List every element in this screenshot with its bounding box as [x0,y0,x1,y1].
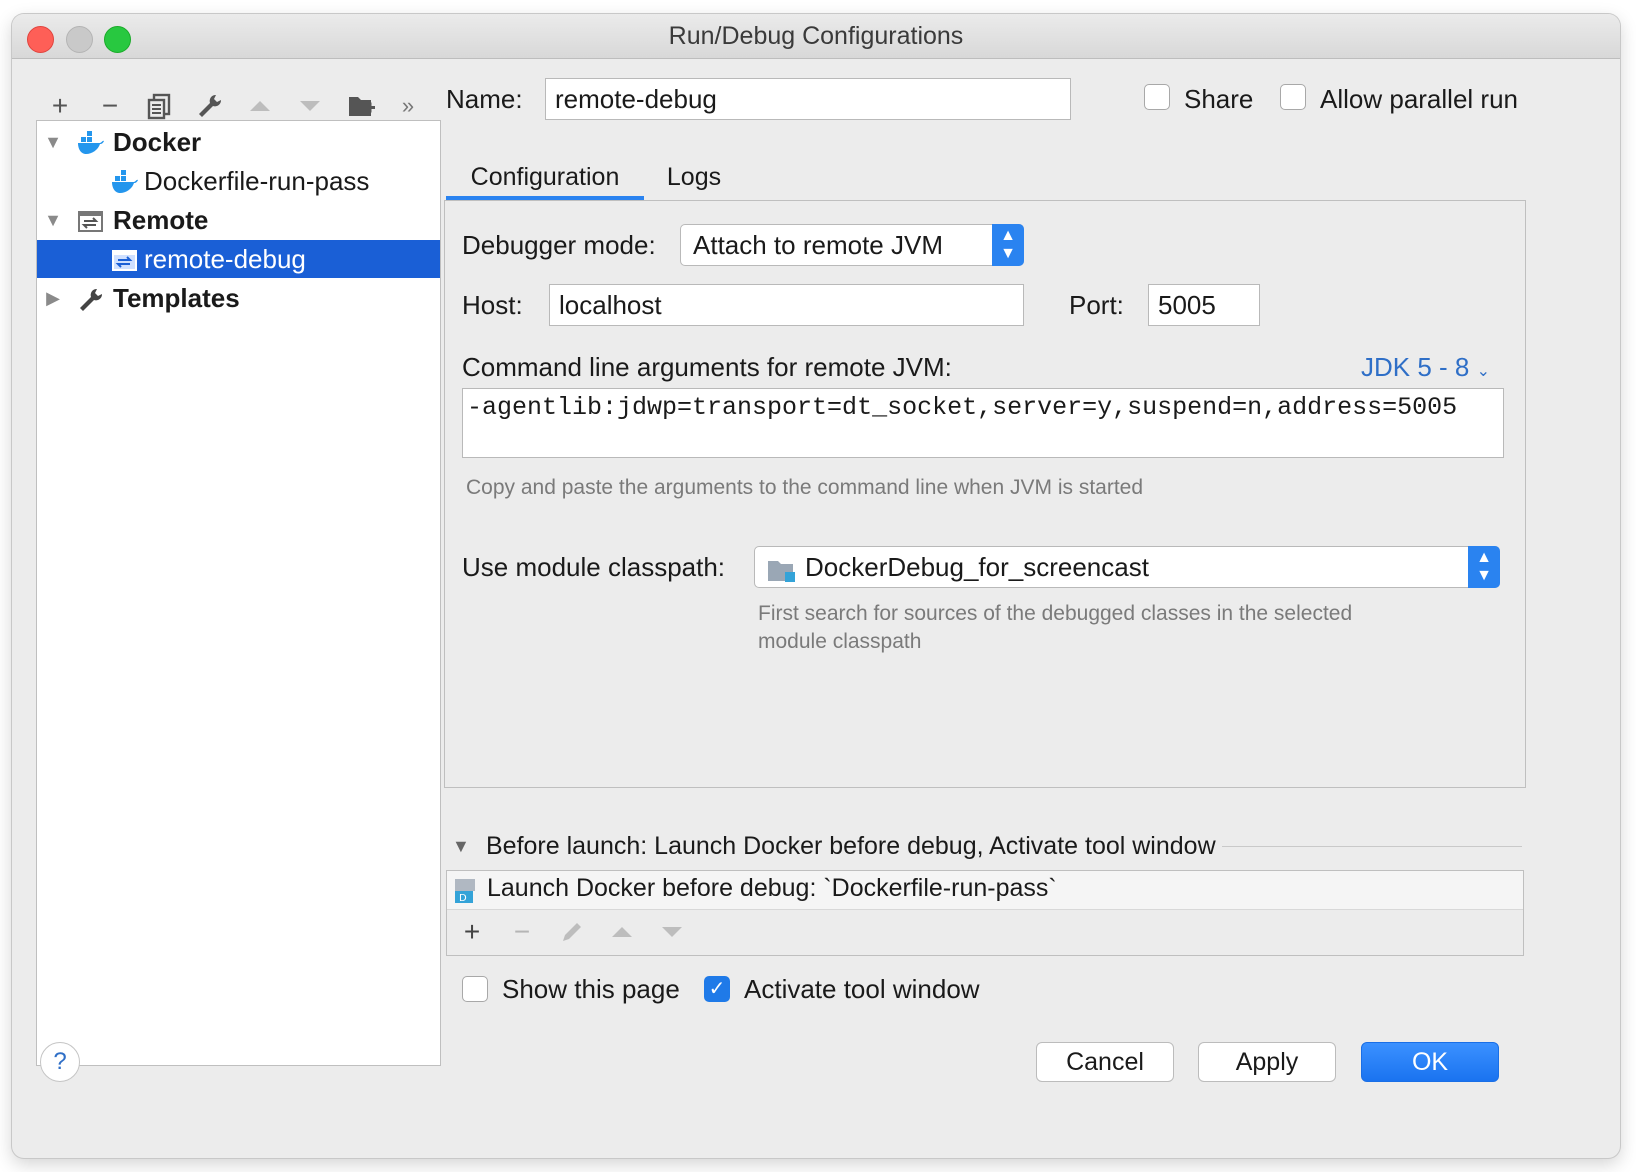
checkmark-icon: ✓ [708,978,726,1000]
remove-task-icon[interactable]: − [502,912,542,952]
close-window-button[interactable] [27,26,54,53]
separator [1222,846,1522,847]
show-this-page-checkbox[interactable] [462,976,488,1002]
tab-logs[interactable]: Logs [652,152,736,202]
expand-arrow-icon[interactable]: ▼ [43,201,63,239]
expand-arrow-icon[interactable]: ▼ [43,123,63,161]
more-glyph: » [401,93,415,118]
add-glyph: + [51,90,69,121]
tree-item-label: Templates [113,283,240,313]
command-line-hint: Copy and paste the arguments to the comm… [466,476,1144,499]
collapse-arrow-icon[interactable]: ▼ [452,836,470,857]
before-launch-task-label: Launch Docker before debug: `Dockerfile-… [487,874,1057,902]
name-field[interactable]: remote-debug [545,78,1071,120]
debugger-mode-label: Debugger mode: [462,230,656,260]
tab-configuration[interactable]: Configuration [446,152,644,202]
run-debug-dialog: Run/Debug Configurations + − » ▼ Docker [12,14,1620,1158]
port-field[interactable]: 5005 [1148,284,1260,326]
before-launch-task-row[interactable]: D Launch Docker before debug: `Dockerfil… [447,871,1523,910]
module-classpath-label: Use module classpath: [462,552,726,582]
tree-item-remote[interactable]: ▼ Remote [37,201,440,239]
chevron-down-icon: ⌄ [1476,363,1491,380]
module-classpath-select[interactable]: DockerDebug_for_screencast ▲ ▼ [754,546,1500,588]
cancel-button[interactable]: Cancel [1036,1042,1174,1082]
allow-parallel-run-label: Allow parallel run [1320,84,1518,114]
command-line-args-value: -agentlib:jdwp=transport=dt_socket,serve… [467,393,1458,422]
wrench-icon [77,285,105,311]
remove-glyph: − [101,90,119,121]
collapse-arrow-icon[interactable]: ▶ [43,279,63,317]
tree-item-dockerfile-run-pass[interactable]: Dockerfile-run-pass [37,162,440,200]
debugger-mode-value: Attach to remote JVM [693,230,943,260]
command-line-args-field[interactable]: -agentlib:jdwp=transport=dt_socket,serve… [462,388,1504,458]
activate-tool-window-checkbox[interactable]: ✓ [704,976,730,1002]
show-this-page-label: Show this page [502,974,680,1004]
debugger-mode-select[interactable]: Attach to remote JVM ▲ ▼ [680,224,1024,266]
name-label: Name: [446,84,523,114]
select-stepper-icon: ▲ ▼ [1468,546,1500,588]
module-classpath-hint-line1: First search for sources of the debugged… [758,602,1353,625]
share-checkbox[interactable] [1144,84,1170,110]
tree-item-label: remote-debug [144,244,306,274]
remote-icon [111,246,139,272]
command-line-args-label: Command line arguments for remote JVM: [462,352,952,382]
tree-item-remote-debug[interactable]: remote-debug [37,240,440,278]
edit-task-icon[interactable] [552,912,592,952]
move-task-up-icon[interactable] [602,912,642,952]
move-task-down-icon[interactable] [652,912,692,952]
share-label: Share [1184,84,1254,114]
host-field[interactable]: localhost [549,284,1024,326]
remove-glyph: − [513,916,531,947]
module-classpath-value: DockerDebug_for_screencast [805,552,1149,582]
tree-item-label: Remote [113,205,209,235]
tree-item-label: Dockerfile-run-pass [144,166,370,196]
remote-icon [77,207,105,233]
tree-item-templates[interactable]: ▶ Templates [37,279,440,317]
docker-icon [111,168,139,194]
minimize-window-button[interactable] [66,26,93,53]
docker-icon [77,129,105,155]
add-task-icon[interactable]: + [452,912,492,952]
allow-parallel-run-checkbox[interactable] [1280,84,1306,110]
zoom-window-button[interactable] [104,26,131,53]
help-button[interactable]: ? [40,1042,80,1082]
tree-item-docker[interactable]: ▼ Docker [37,123,440,161]
port-label: Port: [1069,290,1124,320]
ok-button[interactable]: OK [1361,1042,1499,1082]
window-title: Run/Debug Configurations [668,22,964,50]
docker-task-icon: D [453,877,479,910]
apply-button[interactable]: Apply [1198,1042,1336,1082]
before-launch-header: Before launch: Launch Docker before debu… [486,832,1216,860]
svg-text:D: D [459,893,467,904]
jdk-version-label: JDK 5 - 8 [1361,352,1470,382]
jdk-version-dropdown[interactable]: JDK 5 - 8 ⌄ [1361,352,1490,383]
activate-tool-window-label: Activate tool window [744,974,980,1004]
configuration-tree: ▼ Docker Dockerfile-run-pass ▼ Remote re… [36,120,441,1066]
add-glyph: + [463,916,481,947]
module-classpath-hint-line2: module classpath [758,630,922,653]
select-stepper-icon: ▲ ▼ [992,224,1024,266]
tree-item-label: Docker [113,127,202,157]
module-folder-icon [767,555,797,595]
host-label: Host: [462,290,523,320]
